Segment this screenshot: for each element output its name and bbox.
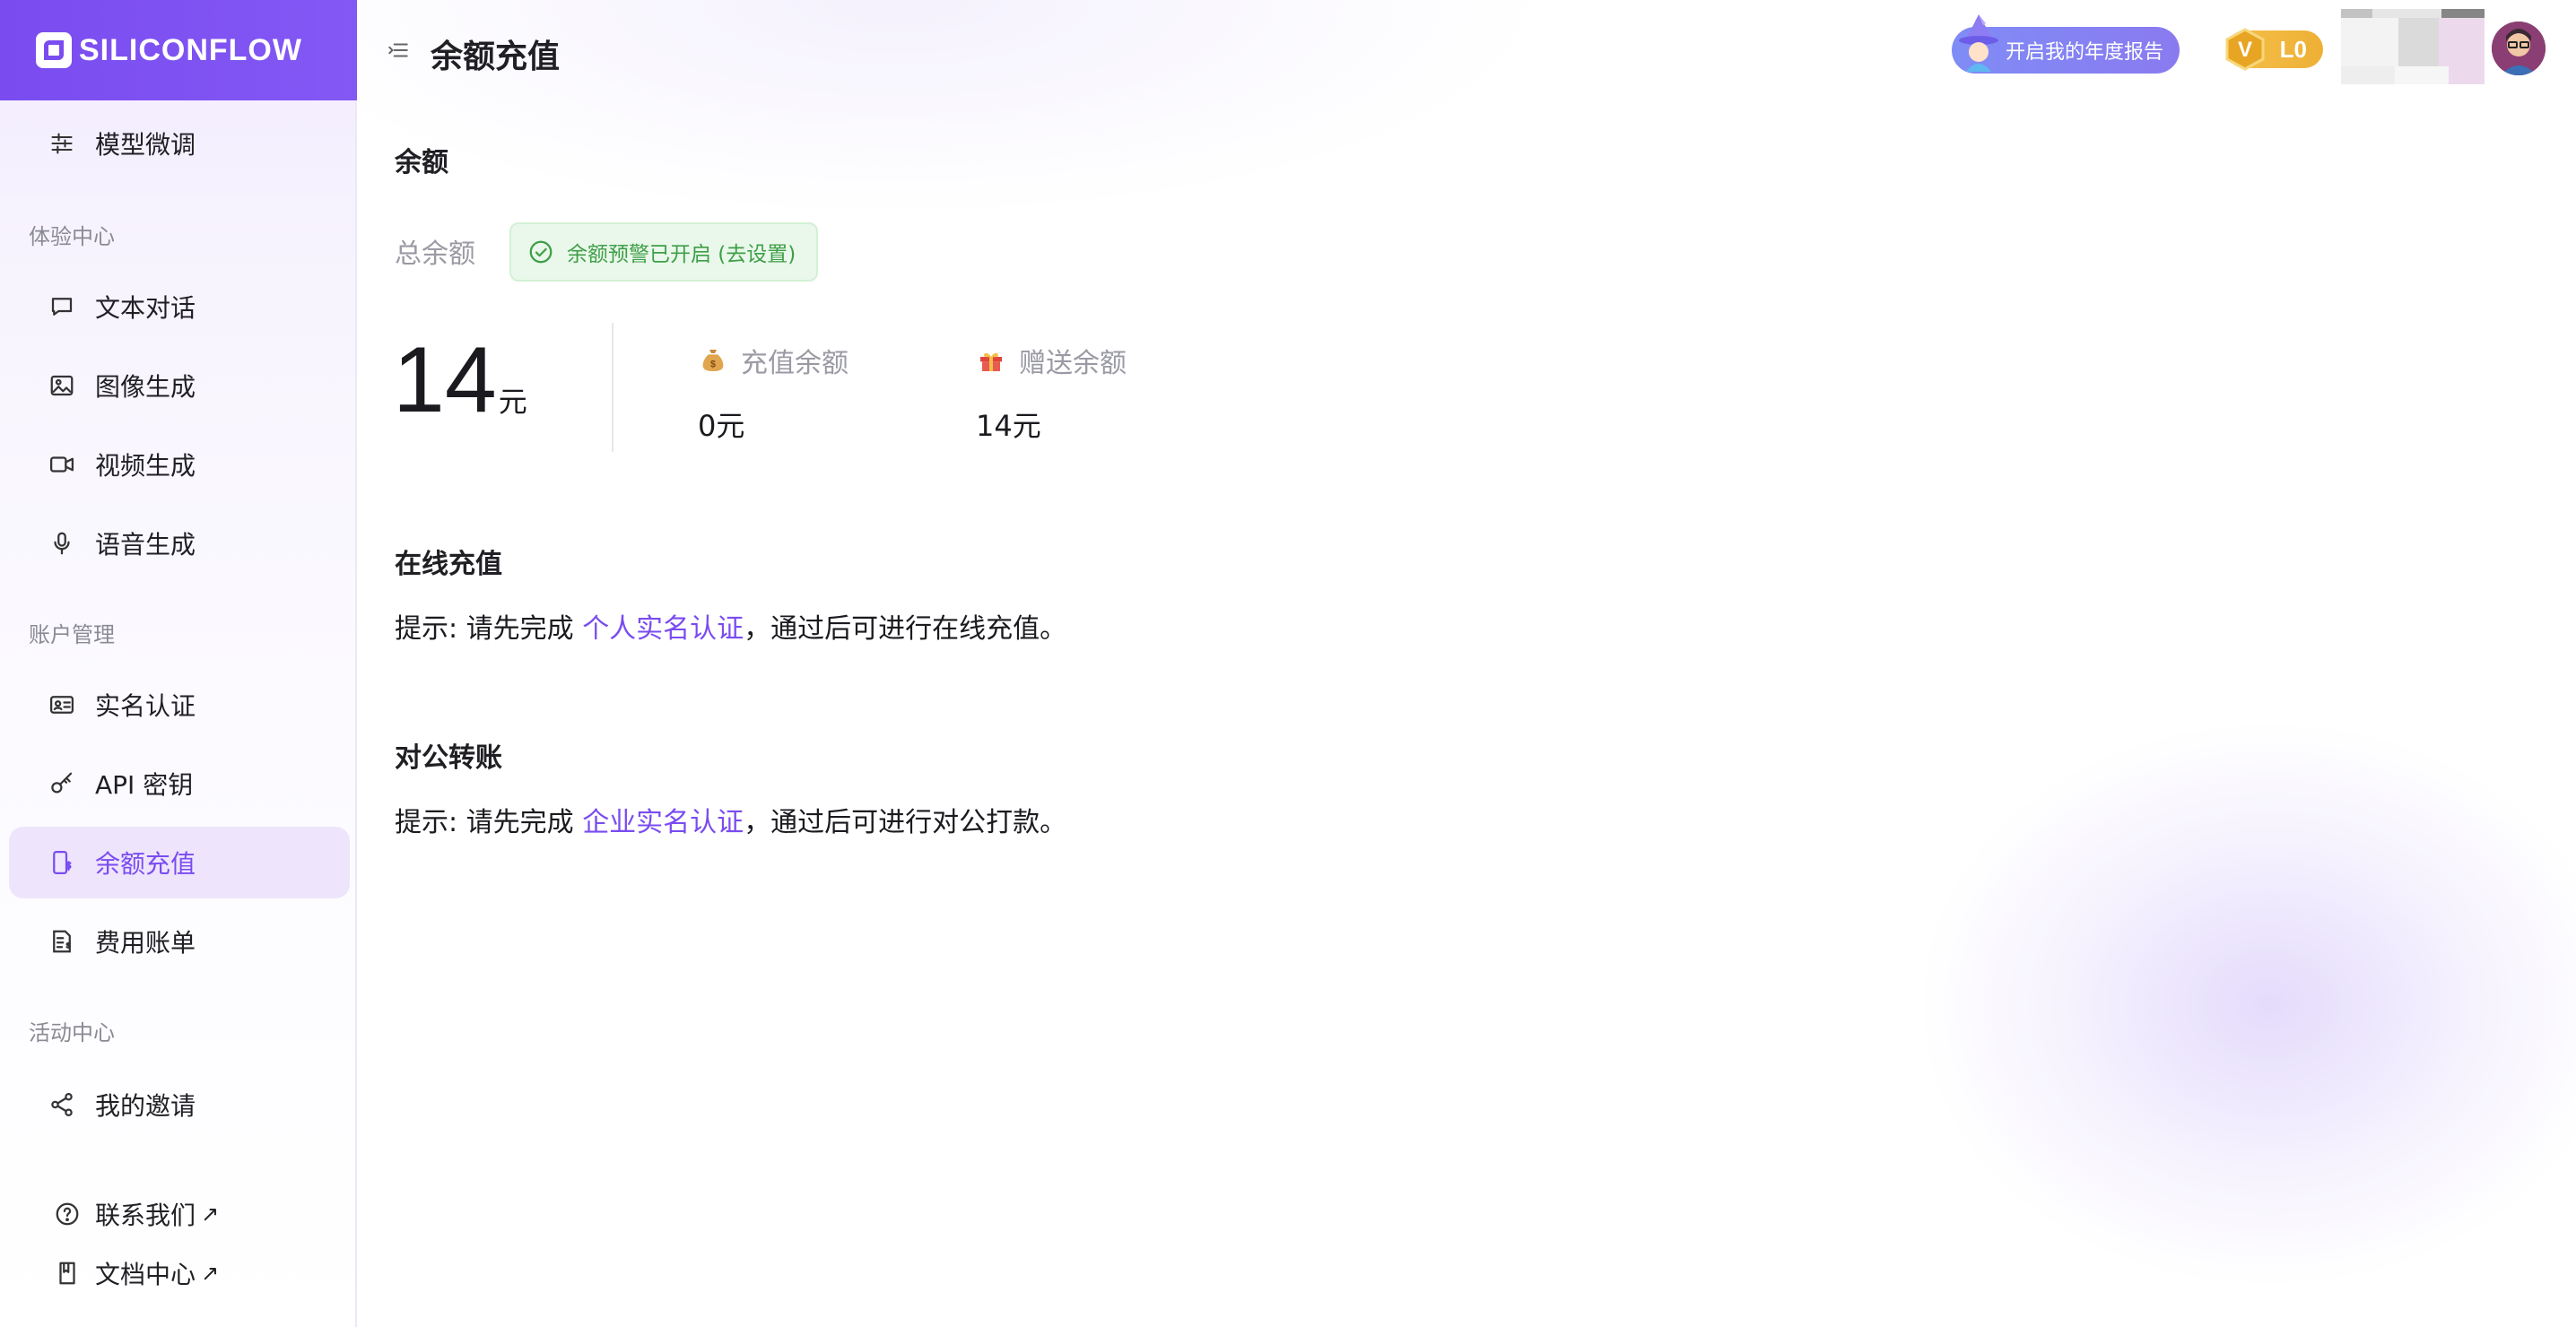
sidebar-item-label: 余额充值	[95, 849, 196, 879]
corporate-transfer-tip: 提示: 请先完成 企业实名认证，通过后可进行对公打款。	[395, 800, 1066, 839]
total-balance-amount: 14 元	[393, 334, 527, 427]
online-recharge-title: 在线充值	[395, 549, 502, 580]
svg-text:V: V	[2238, 38, 2252, 62]
user-level-text: L0	[2279, 35, 2307, 63]
sidebar-item-label: 实名认证	[95, 691, 196, 721]
user-avatar[interactable]	[2492, 22, 2546, 75]
sidebar: SILICONFLOW 模型微调 体验中心 文本对话 图像生成 视频生成 语音生…	[0, 0, 357, 1327]
check-circle-icon	[527, 239, 554, 265]
sidebar-item-label: 视频生成	[95, 451, 196, 481]
gift-balance-stat: 赠送余额 14元	[976, 341, 1127, 445]
microphone-icon	[48, 530, 75, 557]
sidebar-item-label: 我的邀请	[95, 1091, 196, 1121]
total-balance-label: 总余额	[395, 239, 475, 270]
balance-alert-text: 余额预警已开启 (去设置)	[567, 243, 796, 266]
gift-balance-label-row: 赠送余额	[976, 341, 1127, 380]
sidebar-item-label: 模型微调	[95, 130, 196, 160]
link-contact-us[interactable]: 联系我们 ↗	[54, 1194, 219, 1234]
external-link-icon: ↗	[201, 1261, 220, 1286]
balance-alert-chip[interactable]: 余额预警已开启 (去设置)	[509, 222, 818, 282]
section-title-account: 账户管理	[29, 622, 115, 647]
sidebar-item-label: 费用账单	[95, 928, 196, 958]
total-balance-value: 14	[393, 328, 497, 432]
tip-prefix: 提示: 请先完成	[395, 807, 583, 838]
sidebar-item-api-keys[interactable]: API 密钥	[9, 748, 350, 820]
corporate-transfer-title: 对公转账	[395, 742, 502, 774]
total-balance-unit: 元	[498, 385, 527, 419]
sidebar-item-video-gen[interactable]: 视频生成	[9, 429, 350, 500]
bill-icon	[48, 928, 75, 955]
app-window: SILICONFLOW 模型微调 体验中心 文本对话 图像生成 视频生成 语音生…	[0, 0, 2576, 1327]
brand-logo[interactable]: SILICONFLOW	[0, 0, 357, 100]
sidebar-item-my-invites[interactable]: 我的邀请	[9, 1069, 350, 1141]
tip-suffix: ，通过后可进行对公打款。	[744, 807, 1067, 838]
menu-collapse-icon[interactable]	[386, 38, 411, 63]
share-icon	[48, 1091, 75, 1118]
personal-verification-link[interactable]: 个人实名认证	[582, 613, 744, 645]
brand-logo-text: SILICONFLOW	[79, 32, 302, 67]
avatar-illustration-icon	[2492, 22, 2546, 75]
tip-prefix: 提示: 请先完成	[395, 613, 583, 645]
online-recharge-tip: 提示: 请先完成 个人实名认证，通过后可进行在线充值。	[395, 606, 1066, 646]
sidebar-item-billing[interactable]: 费用账单	[9, 906, 350, 977]
enterprise-verification-link[interactable]: 企业实名认证	[582, 807, 744, 838]
recharge-balance-value: 0元	[698, 409, 745, 443]
sidebar-item-audio-gen[interactable]: 语音生成	[9, 507, 350, 579]
recharge-balance-label: 充值余额	[741, 348, 849, 379]
gift-balance-label: 赠送余额	[1019, 348, 1127, 379]
chat-bubble-icon	[48, 293, 75, 320]
image-icon	[48, 372, 75, 399]
section-title-experience: 体验中心	[29, 224, 115, 249]
money-bag-icon: $	[698, 345, 728, 376]
vip-shield-icon: V	[2225, 28, 2265, 71]
annual-report-label: 开启我的年度报告	[2006, 41, 2164, 64]
wizard-mascot-icon	[1959, 14, 1998, 72]
sidebar-item-image-gen[interactable]: 图像生成	[9, 350, 350, 421]
sidebar-item-label: API 密钥	[95, 770, 194, 800]
section-title-activity: 活动中心	[29, 1020, 115, 1045]
id-card-icon	[48, 691, 75, 718]
key-icon	[48, 770, 75, 797]
book-icon	[54, 1260, 81, 1287]
link-label: 联系我们	[95, 1201, 196, 1230]
balance-divider	[612, 323, 614, 452]
sidebar-item-label: 语音生成	[95, 530, 196, 559]
link-docs[interactable]: 文档中心 ↗	[54, 1253, 219, 1293]
tip-suffix: ，通过后可进行在线充值。	[744, 613, 1067, 645]
annual-report-button[interactable]: 开启我的年度报告	[1952, 14, 2180, 74]
sidebar-item-label: 图像生成	[95, 372, 196, 402]
recharge-balance-stat: $ 充值余额 0元	[698, 341, 849, 445]
sidebar-item-label: 文本对话	[95, 293, 196, 323]
gift-balance-value: 14元	[976, 409, 1041, 443]
main-content: 余额充值 开启我的年度报告 V L0 余额 总余额 余额预警已开启 (去设置) …	[359, 0, 2576, 1327]
gift-icon	[976, 345, 1006, 376]
external-link-icon: ↗	[201, 1201, 220, 1227]
sidebar-item-model-finetune[interactable]: 模型微调	[9, 108, 350, 179]
video-camera-icon	[48, 451, 75, 478]
sidebar-item-real-name[interactable]: 实名认证	[9, 669, 350, 741]
sidebar-item-balance-recharge[interactable]: 余额充值	[9, 827, 350, 898]
page-title: 余额充值	[431, 39, 561, 75]
sidebar-item-text-chat[interactable]: 文本对话	[9, 271, 350, 343]
siliconflow-logo-icon	[36, 32, 72, 68]
svg-text:$: $	[710, 359, 716, 369]
help-circle-icon	[54, 1201, 81, 1227]
link-label: 文档中心	[95, 1260, 196, 1289]
redacted-account-info	[2341, 9, 2485, 84]
balance-section-title: 余额	[395, 147, 448, 178]
user-level-badge[interactable]: V L0	[2225, 28, 2323, 71]
recharge-balance-label-row: $ 充值余额	[698, 341, 849, 380]
sliders-icon	[48, 130, 75, 157]
phone-dollar-icon	[48, 849, 75, 876]
